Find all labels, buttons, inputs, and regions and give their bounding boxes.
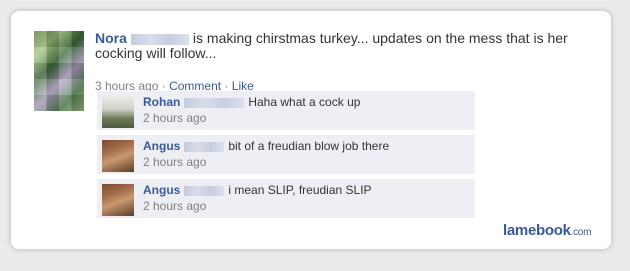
commenter-name[interactable]: Angus	[143, 139, 180, 153]
comment-timestamp: 2 hours ago	[143, 199, 207, 213]
commenter-avatar[interactable]	[102, 140, 134, 172]
watermark-domain: .com	[570, 227, 592, 238]
comment-item: Angus i mean SLIP, freudian SLIP 2 hours …	[97, 179, 475, 219]
comment-line: Angus bit of a freudian blow job there	[143, 139, 389, 153]
redacted-surname	[184, 97, 245, 108]
commenter-avatar[interactable]	[102, 184, 134, 216]
watermark-brand: lamebook	[503, 222, 571, 239]
comment-timestamp: 2 hours ago	[143, 155, 207, 169]
commenter-name[interactable]: Rohan	[143, 95, 180, 109]
commenter-name[interactable]: Angus	[143, 183, 180, 197]
comment-text: Haha what a cock up	[248, 95, 361, 109]
comment-line: Angus i mean SLIP, freudian SLIP	[143, 183, 372, 197]
comment-timestamp: 2 hours ago	[143, 111, 207, 125]
redacted-surname	[130, 33, 189, 45]
post-body: Nora is making chirstmas turkey... update…	[95, 31, 600, 61]
post-card: Nora is making chirstmas turkey... update…	[11, 11, 611, 249]
comment-text: i mean SLIP, freudian SLIP	[228, 183, 372, 197]
author-avatar[interactable]	[34, 31, 84, 111]
comment-line: Rohan Haha what a cock up	[143, 95, 360, 109]
lamebook-watermark: lamebook.com	[503, 222, 591, 239]
comment-item: Angus bit of a freudian blow job there 2 …	[97, 135, 475, 175]
comment-text: bit of a freudian blow job there	[228, 139, 390, 153]
redacted-surname	[184, 141, 225, 152]
post-author-name[interactable]: Nora	[95, 30, 127, 46]
comment-item: Rohan Haha what a cock up 2 hours ago	[97, 91, 475, 131]
commenter-avatar[interactable]	[102, 96, 134, 128]
redacted-surname	[184, 185, 225, 196]
